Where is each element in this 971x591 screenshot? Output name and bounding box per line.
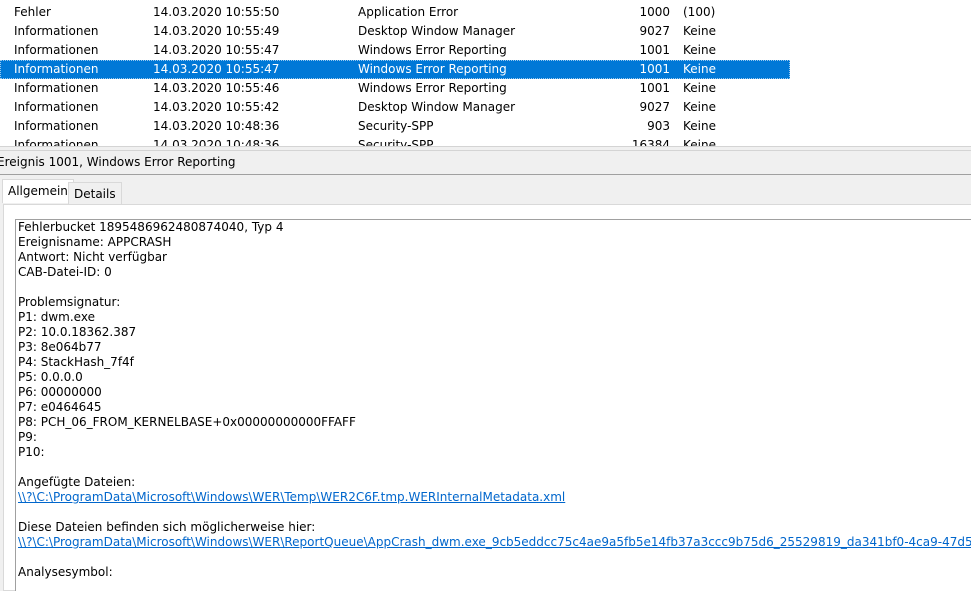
event-row[interactable]: iInformationen14.03.2020 10:48:36Securit… [0, 136, 790, 146]
event-row[interactable]: iInformationen14.03.2020 10:55:47Windows… [0, 41, 790, 60]
event-date: 14.03.2020 10:55:46 [153, 81, 280, 95]
event-category: Keine [683, 62, 716, 76]
description-line: Fehlerbucket 1895486962480874040, Typ 4 [18, 220, 284, 234]
event-description-box[interactable]: Fehlerbucket 1895486962480874040, Typ 4E… [15, 219, 971, 591]
file-path-link[interactable]: \\?\C:\ProgramData\Microsoft\Windows\WER… [18, 490, 565, 505]
description-line: P6: 00000000 [18, 385, 102, 399]
event-category: Keine [683, 24, 716, 38]
event-date: 14.03.2020 10:55:49 [153, 24, 280, 38]
description-line: Antwort: Nicht verfügbar [18, 250, 167, 264]
event-level: Fehler [14, 5, 51, 19]
event-id: 1001 [639, 62, 670, 76]
event-category: Keine [683, 43, 716, 57]
description-line: P7: e0464645 [18, 400, 102, 414]
event-id: 9027 [639, 24, 670, 38]
event-id: 903 [647, 119, 670, 133]
event-row[interactable]: iInformationen14.03.2020 10:55:49Desktop… [0, 22, 790, 41]
event-id: 1000 [639, 5, 670, 19]
event-row[interactable]: iInformationen14.03.2020 10:48:36Securit… [0, 117, 790, 136]
event-source: Security-SPP [358, 119, 434, 133]
event-date: 14.03.2020 10:48:36 [153, 119, 280, 133]
event-level: Informationen [14, 138, 99, 146]
event-date: 14.03.2020 10:55:47 [153, 43, 280, 57]
event-level: Informationen [14, 100, 99, 114]
tab-general[interactable]: Allgemein [2, 179, 74, 203]
description-line: P10: [18, 445, 45, 459]
event-category: Keine [683, 119, 716, 133]
event-source: Desktop Window Manager [358, 24, 516, 38]
description-line: Problemsignatur: [18, 295, 121, 309]
event-category: (100) [683, 5, 716, 19]
event-level: Informationen [14, 24, 99, 38]
event-source: Windows Error Reporting [358, 62, 507, 76]
event-id: 9027 [639, 100, 670, 114]
event-row[interactable]: iInformationen14.03.2020 10:55:47Windows… [0, 60, 790, 79]
event-row[interactable]: !Fehler14.03.2020 10:55:50Application Er… [0, 3, 790, 22]
event-row[interactable]: iInformationen14.03.2020 10:55:42Desktop… [0, 98, 790, 117]
event-source: Windows Error Reporting [358, 43, 507, 57]
description-line: P5: 0.0.0.0 [18, 370, 83, 384]
description-line: Angefügte Dateien: [18, 475, 136, 489]
general-panel: Fehlerbucket 1895486962480874040, Typ 4E… [3, 204, 971, 591]
event-source: Desktop Window Manager [358, 100, 516, 114]
event-category: Keine [683, 100, 716, 114]
event-id: 1001 [639, 81, 670, 95]
tab-details[interactable]: Details [68, 182, 122, 204]
event-category: Keine [683, 81, 716, 95]
event-category: Keine [683, 138, 716, 146]
event-date: 14.03.2020 10:55:47 [153, 62, 280, 76]
event-date: 14.03.2020 10:55:50 [153, 5, 280, 19]
event-list[interactable]: !Fehler14.03.2020 10:55:50Application Er… [0, 0, 971, 146]
description-line: Diese Dateien befinden sich möglicherwei… [18, 520, 316, 534]
event-date: 14.03.2020 10:48:36 [153, 138, 280, 146]
description-line: P2: 10.0.18362.387 [18, 325, 137, 339]
event-id: 16384 [631, 138, 670, 146]
description-line: CAB-Datei-ID: 0 [18, 265, 112, 279]
description-line: P4: StackHash_7f4f [18, 355, 134, 369]
event-id: 1001 [639, 43, 670, 57]
description-line: Ereignisname: APPCRASH [18, 235, 172, 249]
event-row[interactable]: iInformationen14.03.2020 10:55:46Windows… [0, 79, 790, 98]
event-level: Informationen [14, 119, 99, 133]
event-source: Security-SPP [358, 138, 434, 146]
description-line: P3: 8e064b77 [18, 340, 102, 354]
description-line: Analysesymbol: [18, 565, 113, 579]
event-level: Informationen [14, 43, 99, 57]
details-title: Ereignis 1001, Windows Error Reporting [0, 155, 236, 169]
event-level: Informationen [14, 81, 99, 95]
event-date: 14.03.2020 10:55:42 [153, 100, 280, 114]
description-line: P8: PCH_06_FROM_KERNELBASE+0x00000000000… [18, 415, 356, 429]
file-path-link[interactable]: \\?\C:\ProgramData\Microsoft\Windows\WER… [18, 535, 971, 550]
description-line: P1: dwm.exe [18, 310, 95, 324]
description-line: P9: [18, 430, 37, 444]
event-source: Windows Error Reporting [358, 81, 507, 95]
event-level: Informationen [14, 62, 99, 76]
event-source: Application Error [358, 5, 459, 19]
details-header: Ereignis 1001, Windows Error Reporting [0, 151, 971, 175]
details-tabs: Allgemein Details Fehlerbucket 189548696… [0, 175, 971, 591]
